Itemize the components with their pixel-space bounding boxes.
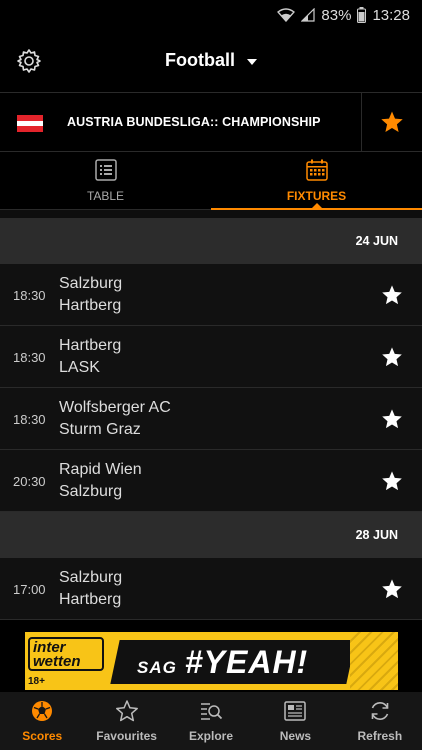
- fixture-list: 24 JUN 18:30 Salzburg Hartberg 18:30 Har…: [0, 218, 422, 620]
- kickoff-time: 17:00: [13, 582, 46, 597]
- nav-refresh[interactable]: Refresh: [338, 692, 422, 750]
- ad-banner[interactable]: inter wetten 18+ SAG #YEAH!: [25, 632, 398, 690]
- kickoff-time: 18:30: [13, 412, 46, 427]
- ad-logo: inter wetten 18+: [25, 632, 117, 690]
- nav-news[interactable]: News: [253, 692, 337, 750]
- refresh-icon: [368, 699, 392, 726]
- away-team: Hartberg: [59, 297, 122, 314]
- explore-icon: [199, 699, 223, 726]
- page-title: Football: [165, 50, 235, 70]
- nav-news-label: News: [279, 729, 312, 743]
- fixture-teams: Salzburg Hartberg: [59, 273, 122, 317]
- battery-icon: [357, 7, 367, 23]
- age-restriction-label: 18+: [28, 676, 45, 687]
- ad-slogan-big: #YEAH!: [184, 644, 309, 680]
- favourite-star-icon[interactable]: [381, 284, 403, 306]
- fixture-row[interactable]: 20:30 Rapid Wien Salzburg: [0, 450, 422, 512]
- date-label: 28 JUN: [355, 528, 398, 542]
- news-icon: [283, 699, 307, 726]
- tab-table[interactable]: TABLE: [0, 152, 211, 209]
- ad-slogan-small: SAG: [137, 658, 177, 677]
- nav-explore[interactable]: Explore: [169, 692, 253, 750]
- ad-brand: inter wetten: [28, 637, 104, 671]
- nav-favourites[interactable]: Favourites: [84, 692, 168, 750]
- fixture-row[interactable]: 17:00 Salzburg Hartberg: [0, 558, 422, 620]
- status-bar: 83% 13:28: [0, 0, 422, 30]
- away-team: Sturm Graz: [59, 421, 141, 438]
- tab-fixtures[interactable]: FIXTURES: [211, 152, 422, 210]
- fixture-row[interactable]: 18:30 Wolfsberger AC Sturm Graz: [0, 388, 422, 450]
- app-header: Football: [0, 30, 422, 92]
- home-team: Salzburg: [59, 275, 123, 292]
- tab-fixtures-label: FIXTURES: [286, 188, 347, 203]
- ad-brand-line2: wetten: [33, 653, 81, 670]
- wifi-icon: [277, 8, 296, 22]
- divider: [361, 93, 362, 151]
- separator: [0, 210, 422, 218]
- kickoff-time: 20:30: [13, 474, 46, 489]
- nav-explore-label: Explore: [189, 729, 234, 743]
- list-icon: [94, 158, 117, 184]
- austria-flag-icon: [17, 115, 43, 132]
- fixture-teams: Salzburg Hartberg: [59, 567, 122, 611]
- league-bar: AUSTRIA BUNDESLIGA:: CHAMPIONSHIP: [0, 92, 422, 152]
- favourite-star-icon[interactable]: [380, 110, 404, 134]
- home-team: Salzburg: [59, 569, 123, 586]
- favourite-star-icon[interactable]: [381, 578, 403, 600]
- clock: 13:28: [372, 6, 410, 24]
- tab-bar: TABLE FIXTURES: [0, 152, 422, 210]
- ad-slogan: SAG #YEAH!: [137, 644, 308, 681]
- league-name: AUSTRIA BUNDESLIGA:: CHAMPIONSHIP: [67, 115, 321, 129]
- signal-icon: [301, 8, 316, 22]
- favourite-star-icon[interactable]: [381, 470, 403, 492]
- football-icon: [30, 699, 54, 726]
- favourite-star-icon[interactable]: [381, 408, 403, 430]
- date-header: 28 JUN: [0, 512, 422, 558]
- home-team: Wolfsberger AC: [59, 399, 171, 416]
- flag-stripe-bottom: [17, 126, 43, 132]
- ad-stripes: [350, 632, 398, 690]
- home-team: Rapid Wien: [59, 461, 142, 478]
- bottom-nav: Scores Favourites Explore News Refresh: [0, 692, 422, 750]
- away-team: Hartberg: [59, 591, 122, 608]
- date-label: 24 JUN: [355, 234, 398, 248]
- nav-favourites-label: Favourites: [96, 729, 157, 743]
- kickoff-time: 18:30: [13, 350, 46, 365]
- favourite-star-icon[interactable]: [381, 346, 403, 368]
- fixture-row[interactable]: 18:30 Salzburg Hartberg: [0, 264, 422, 326]
- caret-down-icon: [247, 58, 257, 65]
- nav-refresh-label: Refresh: [357, 729, 403, 743]
- calendar-icon: [305, 159, 328, 184]
- away-team: Salzburg: [59, 483, 123, 500]
- fixture-row[interactable]: 18:30 Hartberg LASK: [0, 326, 422, 388]
- nav-scores-label: Scores: [22, 729, 63, 743]
- star-outline-icon: [115, 699, 139, 726]
- battery-percent: 83%: [321, 6, 352, 24]
- home-team: Hartberg: [59, 337, 122, 354]
- kickoff-time: 18:30: [13, 288, 46, 303]
- away-team: LASK: [59, 359, 100, 376]
- sport-selector[interactable]: Football: [0, 50, 422, 71]
- nav-scores[interactable]: Scores: [0, 692, 84, 750]
- tab-table-label: TABLE: [86, 188, 125, 203]
- date-header: 24 JUN: [0, 218, 422, 264]
- fixture-teams: Hartberg LASK: [59, 335, 121, 379]
- fixture-teams: Rapid Wien Salzburg: [59, 459, 142, 503]
- fixture-teams: Wolfsberger AC Sturm Graz: [59, 397, 171, 441]
